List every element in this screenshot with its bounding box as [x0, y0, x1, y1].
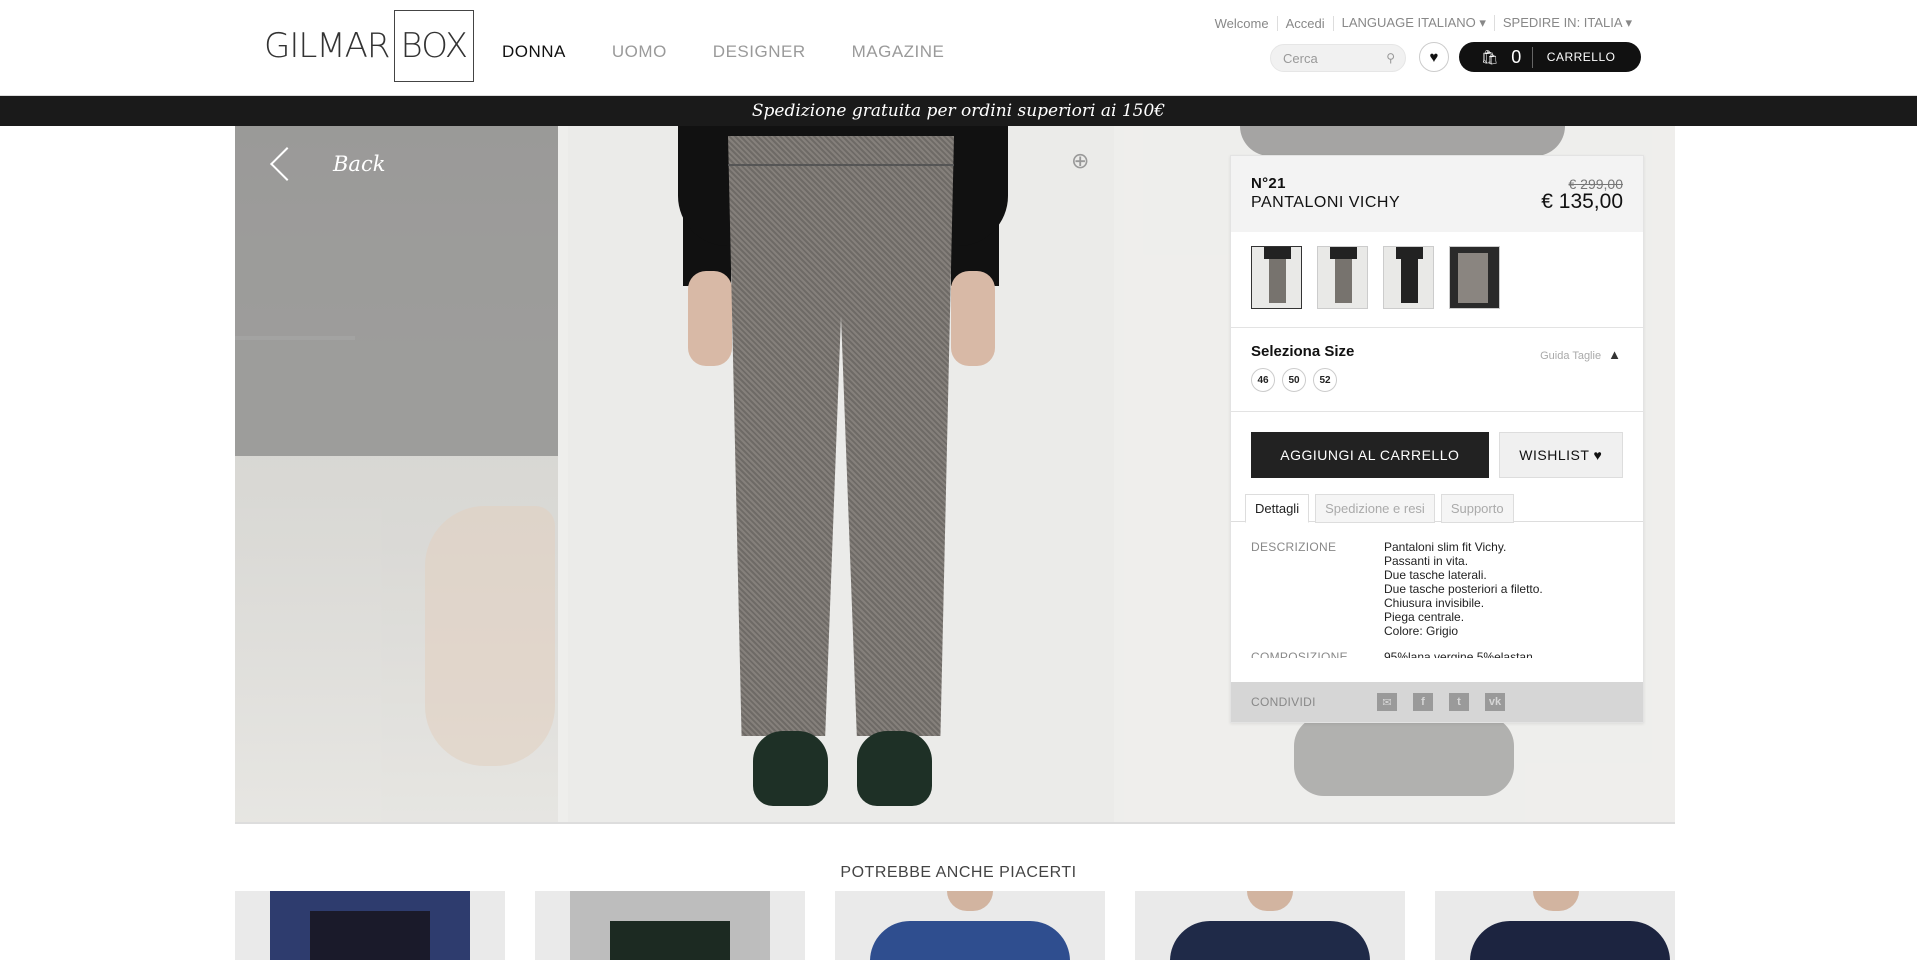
description-text: Pantaloni slim fit Vichy. Passanti in vi…: [1384, 540, 1543, 638]
related-product-2[interactable]: [535, 891, 805, 960]
product-details[interactable]: DESCRIZIONE Pantaloni slim fit Vichy. Pa…: [1231, 522, 1643, 658]
share-bar: CONDIVIDI ✉ f t vk: [1231, 682, 1643, 722]
nav-magazine[interactable]: MAGAZINE: [852, 42, 945, 62]
composition-row: COMPOSIZIONE 95%lana vergine 5%elastan: [1251, 650, 1623, 658]
description-label: DESCRIZIONE: [1251, 540, 1337, 554]
size-option-52[interactable]: 52: [1313, 368, 1337, 392]
arrow-left-icon: [270, 147, 304, 181]
description-line: Due tasche laterali.: [1384, 568, 1487, 582]
login-link[interactable]: Accedi: [1278, 15, 1334, 31]
gallery-prev-image[interactable]: [235, 126, 558, 822]
description-line: Colore: Grigio: [1384, 624, 1459, 638]
thumbnail-3[interactable]: [1383, 246, 1434, 309]
product-actions: AGGIUNGI AL CARRELLO WISHLIST ♥: [1231, 412, 1643, 494]
logo-text: GILMAR: [264, 26, 391, 66]
product-panel: N°21 PANTALONI VICHY € 299,00 € 135,00 S…: [1230, 155, 1644, 723]
site-header: GILMAR BOX DONNA UOMO DESIGNER MAGAZINE …: [0, 0, 1917, 96]
related-products: [235, 891, 1675, 960]
price: € 135,00: [1541, 190, 1623, 213]
nav-uomo[interactable]: UOMO: [612, 42, 667, 62]
search-input[interactable]: Cerca ⚲: [1270, 44, 1406, 72]
share-label: CONDIVIDI: [1251, 695, 1316, 709]
tab-dettagli[interactable]: Dettagli: [1245, 494, 1310, 523]
related-product-4[interactable]: [1135, 891, 1405, 960]
size-selector: Seleziona Size Guida Taglie ▲ 46 50 52: [1231, 328, 1643, 412]
thumbnail-1[interactable]: [1251, 246, 1302, 309]
back-label: Back: [333, 152, 386, 176]
gallery-divider: [235, 822, 1675, 824]
back-button[interactable]: Back: [270, 147, 386, 181]
composition-text: 95%lana vergine 5%elastan: [1384, 650, 1533, 658]
vk-icon[interactable]: vk: [1485, 693, 1505, 711]
composition-label: COMPOSIZIONE: [1251, 650, 1348, 658]
description-line: Due tasche posteriori a filetto.: [1384, 582, 1543, 596]
size-options: 46 50 52: [1251, 368, 1623, 392]
logo[interactable]: GILMAR BOX: [264, 10, 475, 82]
zoom-icon[interactable]: ⊕: [1071, 148, 1089, 174]
size-guide-link[interactable]: Guida Taglie ▲: [1540, 347, 1621, 362]
tab-spedizione[interactable]: Spedizione e resi: [1315, 494, 1435, 523]
product-tabs: Dettagli Spedizione e resi Supporto: [1231, 494, 1643, 523]
cart-label: CARRELLO: [1546, 50, 1616, 64]
thumbnail-4[interactable]: [1449, 246, 1500, 309]
cart-count: 0: [1511, 46, 1533, 68]
logo-box: BOX: [393, 10, 475, 82]
size-option-50[interactable]: 50: [1282, 368, 1306, 392]
tshirt-icon: ▲: [1608, 347, 1621, 362]
product-header: N°21 PANTALONI VICHY € 299,00 € 135,00: [1231, 156, 1643, 232]
page: { "header": { "logo": "GILMAR", "logo_bo…: [0, 0, 1917, 960]
wishlist-button[interactable]: WISHLIST ♥: [1498, 432, 1623, 478]
search-icon[interactable]: ⚲: [1386, 51, 1395, 65]
thumbnail-strip: [1231, 232, 1643, 328]
related-product-1[interactable]: [235, 891, 505, 960]
description-row: DESCRIZIONE Pantaloni slim fit Vichy. Pa…: [1251, 540, 1623, 638]
email-icon[interactable]: ✉: [1377, 693, 1397, 711]
nav-donna[interactable]: DONNA: [502, 42, 566, 62]
bag-icon: 🛍: [1481, 48, 1500, 65]
wishlist-header-button[interactable]: ♥: [1419, 42, 1449, 72]
description-line: Chiusura invisibile.: [1384, 596, 1485, 610]
size-guide-label: Guida Taglie: [1540, 350, 1602, 362]
promo-banner: Spedizione gratuita per ordini superiori…: [0, 96, 1917, 126]
language-select[interactable]: LANGUAGE ITALIANO ▾: [1334, 15, 1495, 31]
thumbnail-2[interactable]: [1317, 246, 1368, 309]
ship-to-select[interactable]: SPEDIRE IN: ITALIA ▾: [1495, 15, 1640, 31]
size-option-46[interactable]: 46: [1251, 368, 1275, 392]
related-product-5[interactable]: [1435, 891, 1675, 960]
heart-icon: ♥: [1429, 48, 1439, 66]
search-placeholder: Cerca: [1283, 51, 1318, 66]
welcome-text: Welcome: [1207, 15, 1278, 31]
add-to-cart-button[interactable]: AGGIUNGI AL CARRELLO: [1251, 432, 1489, 478]
tab-supporto[interactable]: Supporto: [1440, 494, 1514, 523]
description-line: Passanti in vita.: [1384, 554, 1469, 568]
cart-button[interactable]: 🛍 0 CARRELLO: [1459, 42, 1641, 72]
main-nav: DONNA UOMO DESIGNER MAGAZINE: [502, 42, 990, 62]
twitter-icon[interactable]: t: [1449, 693, 1469, 711]
gallery-main-image[interactable]: [568, 126, 1114, 822]
facebook-icon[interactable]: f: [1413, 693, 1433, 711]
description-line: Pantaloni slim fit Vichy.: [1384, 540, 1507, 554]
description-line: Piega centrale.: [1384, 610, 1465, 624]
nav-designer[interactable]: DESIGNER: [713, 42, 806, 62]
top-bar: Welcome Accedi LANGUAGE ITALIANO ▾ SPEDI…: [1207, 15, 1640, 31]
related-product-3[interactable]: [835, 891, 1105, 960]
related-title: POTREBBE ANCHE PIACERTI: [840, 864, 1077, 881]
